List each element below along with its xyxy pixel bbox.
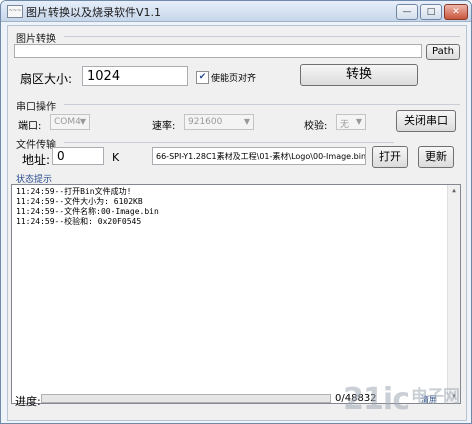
port-label: 端口:: [18, 121, 42, 132]
section-image-convert: 图片转换: [16, 34, 56, 45]
close-port-button[interactable]: 关闭串口: [396, 110, 456, 132]
baud-select[interactable]: 921600 ▼: [184, 114, 254, 130]
parity-label: 校验:: [304, 121, 328, 132]
port-value: COM4: [54, 117, 81, 127]
client-area: 图片转换 Path 扇区大小: 1024 ✔ 使能页对齐 转换 串口操作 端口:…: [7, 25, 467, 421]
baud-value: 921600: [188, 117, 223, 127]
watermark-text: 21ic: [343, 382, 410, 417]
divider: [64, 36, 460, 37]
log-scrollbar[interactable]: ▲ ▼: [447, 185, 460, 403]
scroll-up-icon[interactable]: ▲: [449, 186, 459, 196]
sector-size-input[interactable]: 1024: [82, 66, 188, 86]
section-transfer: 文件传输: [16, 140, 56, 151]
app-icon: ~~~: [7, 5, 23, 18]
port-select[interactable]: COM4 ▼: [50, 114, 90, 130]
update-button[interactable]: 更新: [418, 146, 454, 168]
address-label: 地址:: [22, 153, 51, 167]
parity-value: 无: [340, 120, 350, 130]
sector-size-label: 扇区大小:: [20, 72, 73, 86]
log-line: 11:24:59--打开Bin文件成功!: [16, 187, 132, 196]
maximize-button[interactable]: □: [420, 4, 442, 20]
watermark-logo: 21ic 电子网: [343, 382, 460, 417]
window-title: 图片转换以及烧录软件V1.1: [26, 6, 162, 19]
chevron-down-icon: ▼: [79, 117, 86, 126]
progress-label: 进度:: [15, 395, 41, 408]
divider: [64, 142, 394, 143]
open-button[interactable]: 打开: [372, 146, 408, 168]
convert-button[interactable]: 转换: [300, 64, 418, 86]
divider: [64, 104, 460, 105]
app-window: ~~~ 图片转换以及烧录软件V1.1 — □ ✕ 图片转换 Path 扇区大小:…: [0, 0, 472, 424]
log-line: 11:24:59--文件大小为: 6102KB: [16, 197, 143, 206]
status-log[interactable]: 11:24:59--打开Bin文件成功! 11:24:59--文件大小为: 61…: [11, 184, 461, 404]
log-line: 11:24:59--文件名称:00-Image.bin: [16, 207, 159, 216]
progress-bar: [41, 394, 331, 403]
page-align-label: 使能页对齐: [211, 74, 257, 84]
page-align-checkbox[interactable]: ✔: [196, 71, 209, 84]
minimize-button[interactable]: —: [396, 4, 418, 20]
title-bar[interactable]: ~~~ 图片转换以及烧录软件V1.1 — □ ✕: [1, 1, 471, 22]
path-button[interactable]: Path: [426, 44, 460, 60]
log-line: 11:24:59--校验和: 0x20F0545: [16, 217, 142, 226]
path-field[interactable]: [14, 44, 422, 58]
baud-label: 速率:: [152, 121, 176, 132]
chevron-down-icon: ▼: [355, 117, 362, 126]
parity-select[interactable]: 无 ▼: [336, 114, 366, 130]
file-path-field[interactable]: 66-SPI-Y1.28C1素材及工程\01-素材\Logo\00-Image.…: [152, 147, 366, 165]
watermark-sub: 电子网: [411, 387, 460, 407]
address-unit: K: [112, 151, 120, 164]
address-input[interactable]: 0: [52, 147, 104, 165]
section-serial: 串口操作: [16, 102, 56, 113]
close-button[interactable]: ✕: [444, 4, 468, 20]
chevron-down-icon: ▼: [243, 117, 250, 126]
